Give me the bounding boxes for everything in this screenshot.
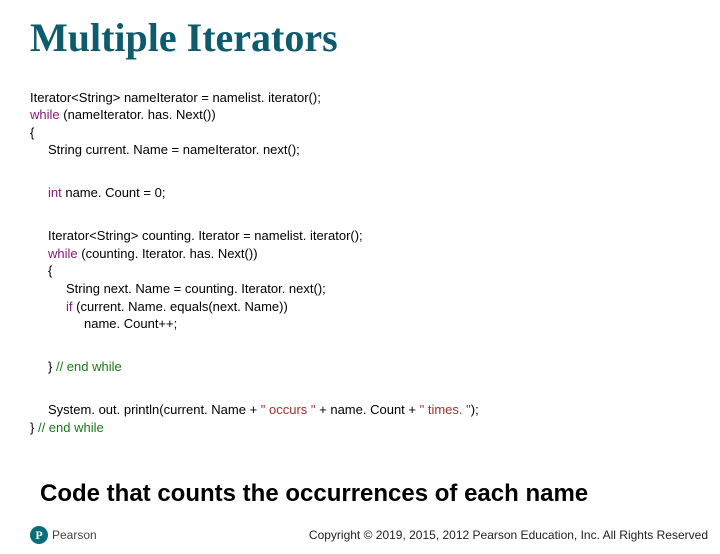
- code-line: Iterator<String> counting. Iterator = na…: [30, 227, 363, 245]
- code-line: }: [48, 359, 56, 374]
- code-line: name. Count++;: [66, 315, 177, 333]
- code-line: (counting. Iterator. has. Next()): [78, 246, 258, 261]
- slide-title: Multiple Iterators: [30, 14, 720, 61]
- keyword-while: while: [48, 246, 78, 261]
- code-line: name. Count = 0;: [62, 185, 166, 200]
- footer: P Pearson Copyright © 2019, 2015, 2012 P…: [30, 526, 708, 544]
- string-literal: " times. ": [420, 402, 471, 417]
- code-line: Iterator<String> nameIterator = namelist…: [30, 90, 321, 105]
- code-line: String current. Name = nameIterator. nex…: [30, 141, 300, 159]
- code-line: }: [30, 420, 38, 435]
- code-line: (current. Name. equals(next. Name)): [73, 299, 288, 314]
- code-line: {: [30, 262, 52, 280]
- code-line: + name. Count +: [316, 402, 420, 417]
- comment: // end while: [56, 359, 122, 374]
- keyword-int: int: [48, 185, 62, 200]
- code-line: String next. Name = counting. Iterator. …: [30, 280, 326, 298]
- slide-caption: Code that counts the occurrences of each…: [40, 480, 720, 508]
- pearson-logo: P Pearson: [30, 526, 97, 544]
- logo-circle-icon: P: [30, 526, 48, 544]
- logo-letter: P: [35, 528, 42, 543]
- code-line: {: [30, 125, 34, 140]
- comment: // end while: [38, 420, 104, 435]
- string-literal: " occurs ": [261, 402, 316, 417]
- code-line: );: [471, 402, 479, 417]
- code-line: (nameIterator. has. Next()): [60, 107, 216, 122]
- keyword-while: while: [30, 107, 60, 122]
- code-line: System. out. println(current. Name +: [48, 402, 261, 417]
- code-block: Iterator<String> nameIterator = namelist…: [30, 71, 690, 462]
